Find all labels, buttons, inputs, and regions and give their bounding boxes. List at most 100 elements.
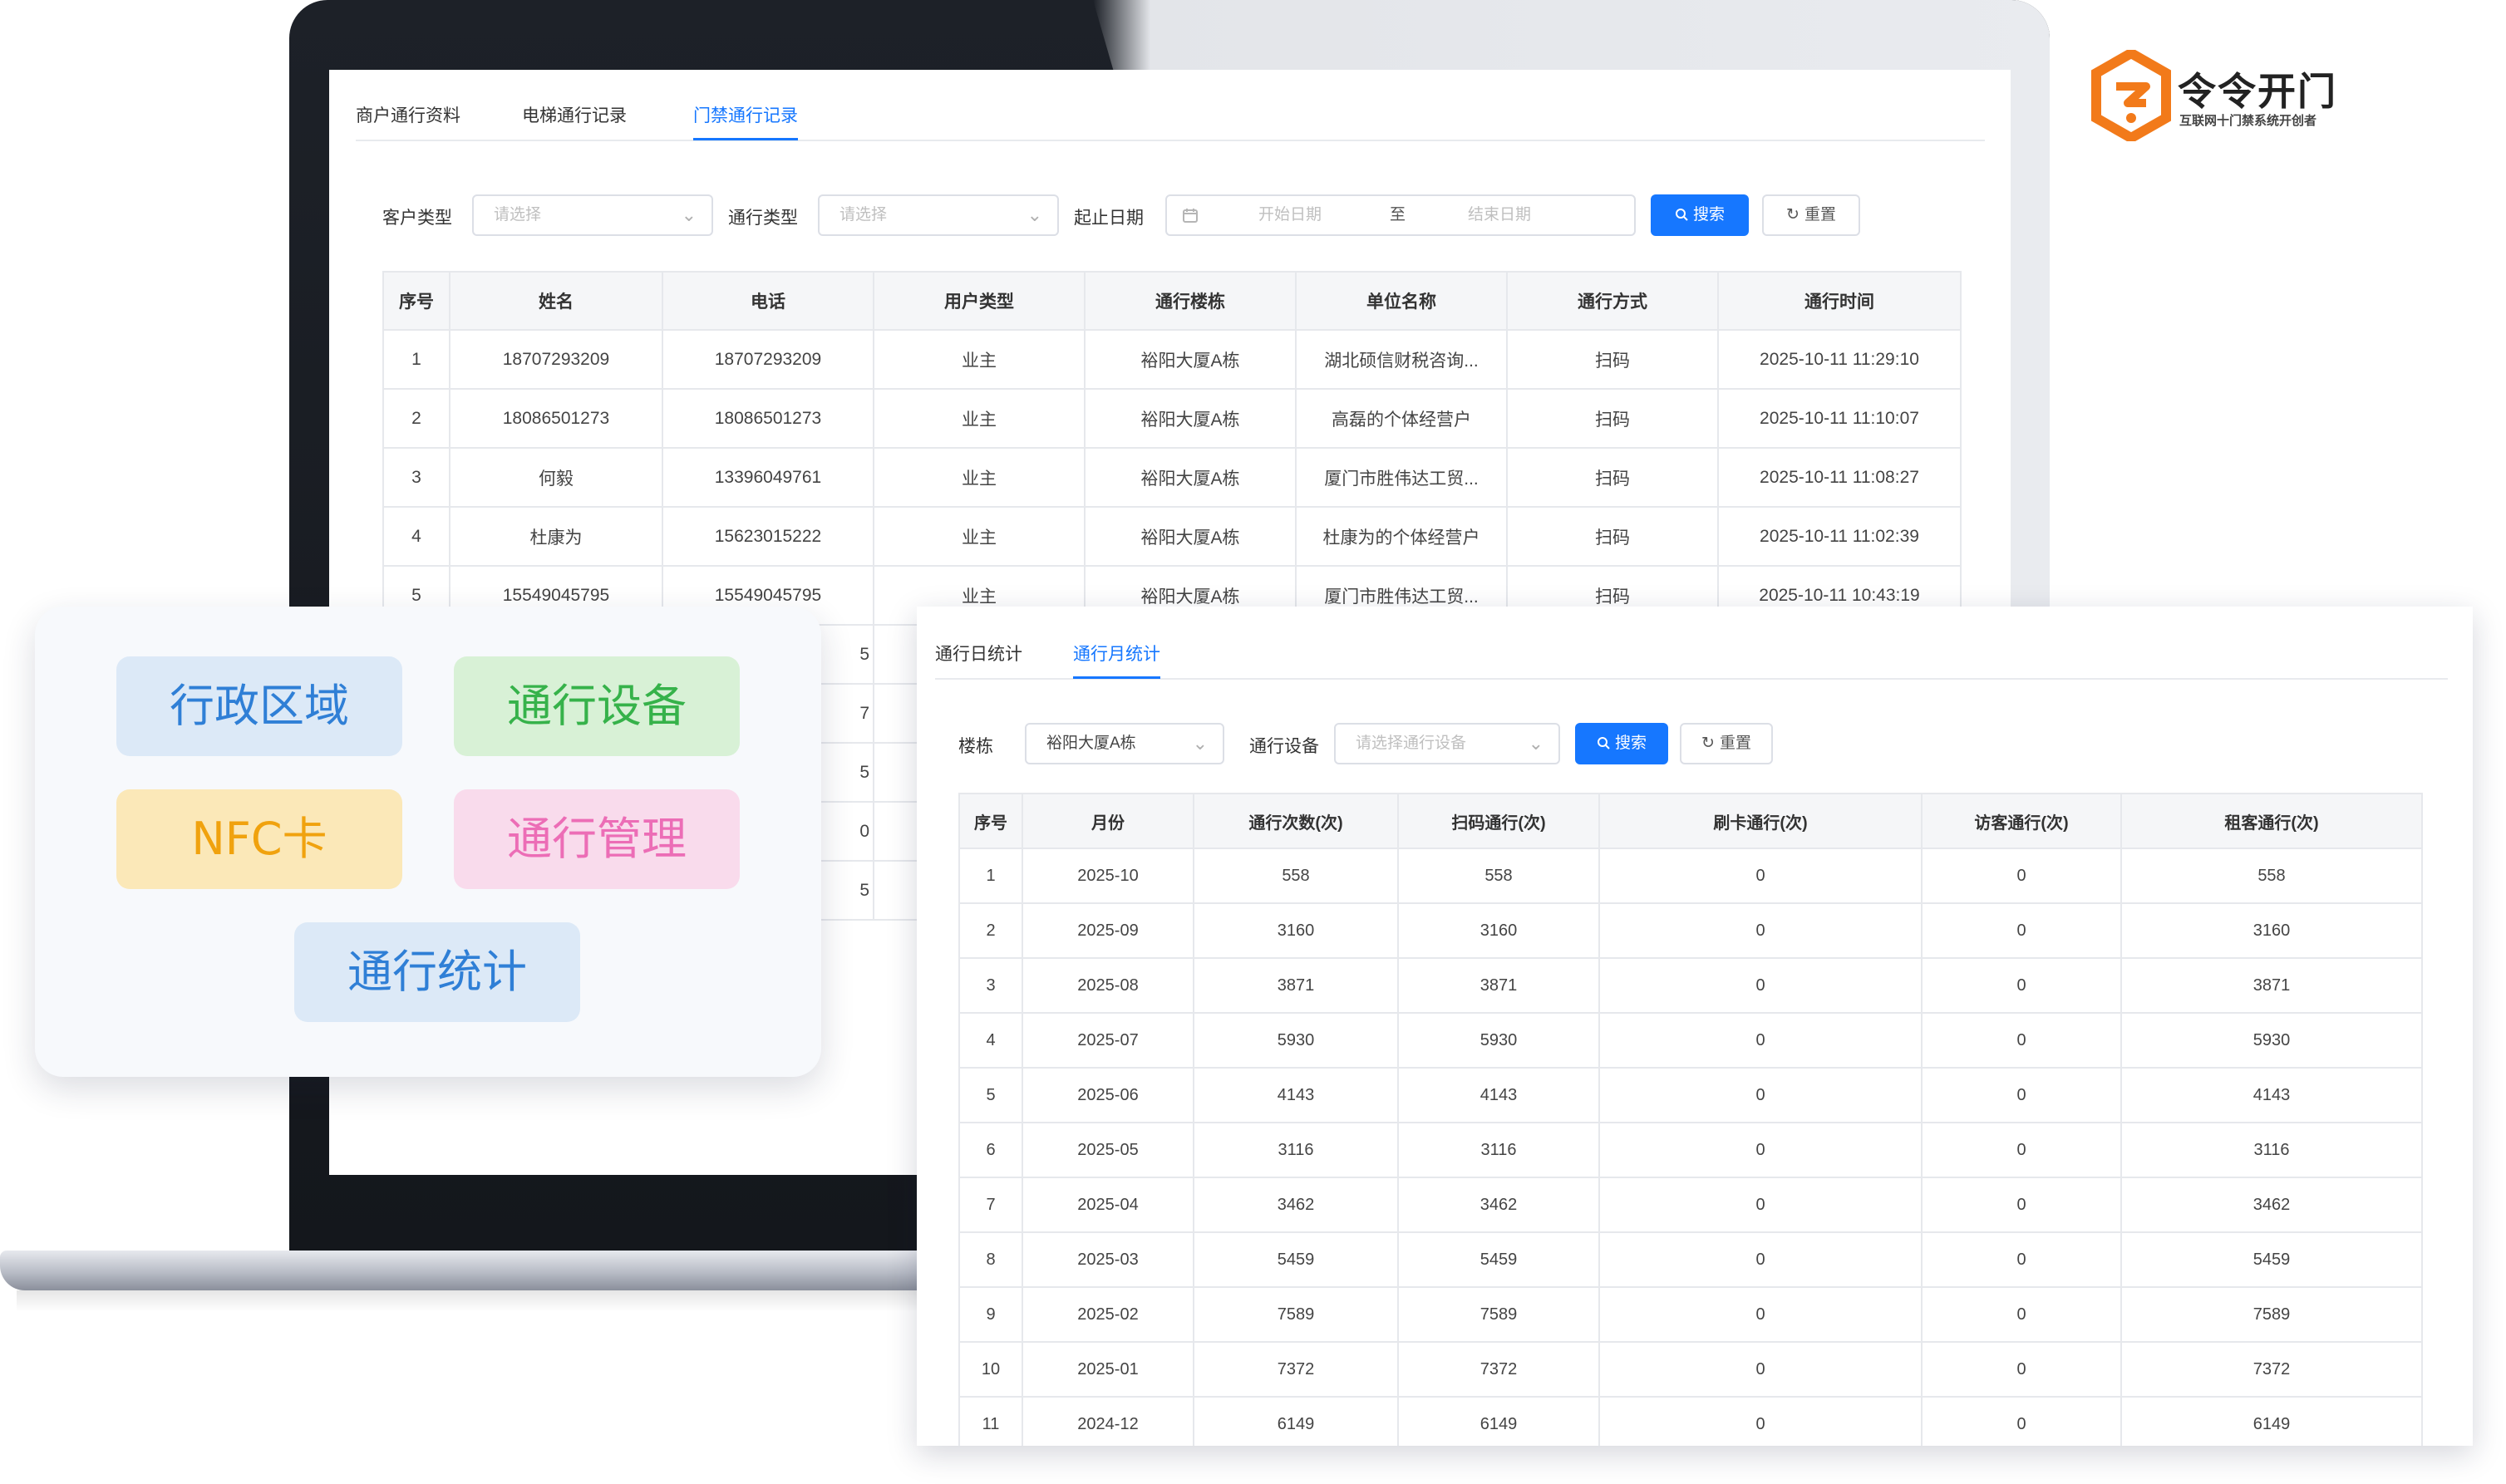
table-cell: 0 bbox=[1598, 1341, 1923, 1398]
brand-mark-icon bbox=[2091, 50, 2171, 141]
chip-pass-statistics[interactable]: 通行统计 bbox=[294, 922, 580, 1022]
column-header: 序号 bbox=[958, 793, 1023, 849]
table-cell: 2025-10-11 11:10:07 bbox=[1717, 388, 1962, 449]
table-row[interactable]: 4 2025-07 5930 5930 0 0 5930 bbox=[958, 1012, 2423, 1069]
table-row[interactable]: 8 2025-03 5459 5459 0 0 5459 bbox=[958, 1231, 2423, 1288]
column-header: 通行方式 bbox=[1506, 271, 1719, 331]
tab-door-records[interactable]: 门禁通行记录 bbox=[693, 101, 798, 140]
table-cell: 4143 bbox=[2120, 1067, 2423, 1123]
table-cell: 0 bbox=[1598, 902, 1923, 959]
table-row[interactable]: 11 2024-12 6149 6149 0 0 6149 bbox=[958, 1396, 2423, 1446]
table-cell: 6 bbox=[958, 1122, 1023, 1178]
search-button[interactable]: 搜索 bbox=[1651, 194, 1749, 236]
table-row[interactable]: 4 杜康为 15623015222 业主 裕阳大厦A栋 杜康为的个体经营户 扫码 2025-1… bbox=[382, 506, 1962, 567]
table-cell: 7589 bbox=[2120, 1286, 2423, 1343]
device-select[interactable]: 请选择通行设备 ⌄ bbox=[1334, 723, 1560, 764]
table-row[interactable]: 1 2025-10 558 558 0 0 558 bbox=[958, 848, 2423, 904]
start-date-placeholder: 开始日期 bbox=[1258, 206, 1322, 224]
brand-name: 令令开门 bbox=[2178, 69, 2337, 114]
table-cell: 7589 bbox=[1193, 1286, 1399, 1343]
table-cell: 558 bbox=[1193, 848, 1399, 904]
chip-nfc-card[interactable]: NFC卡 bbox=[116, 789, 402, 889]
table-cell: 湖北硕信财税咨询... bbox=[1295, 329, 1508, 390]
chip-label: 通行统计 bbox=[347, 946, 527, 998]
table-cell: 558 bbox=[2120, 848, 2423, 904]
table-cell: 6149 bbox=[2120, 1396, 2423, 1446]
table-cell: 7 bbox=[958, 1177, 1023, 1233]
table-cell: 3116 bbox=[2120, 1122, 2423, 1178]
table-cell: 0 bbox=[1598, 1231, 1923, 1288]
refresh-icon: ↻ bbox=[1701, 735, 1715, 752]
table-cell: 5930 bbox=[2120, 1012, 2423, 1069]
table-cell: 18707293209 bbox=[449, 329, 663, 390]
chip-pass-management[interactable]: 通行管理 bbox=[454, 789, 740, 889]
tab-monthly-stats[interactable]: 通行月统计 bbox=[1073, 640, 1160, 679]
table-cell: 2025-10-11 11:29:10 bbox=[1717, 329, 1962, 390]
table-cell: 0 bbox=[1921, 1231, 2122, 1288]
table-cell: 0 bbox=[1921, 902, 2122, 959]
table-cell: 3462 bbox=[2120, 1177, 2423, 1233]
pass-type-label: 通行类型 bbox=[728, 209, 798, 228]
table-cell: 2 bbox=[382, 388, 450, 449]
table-cell: 5459 bbox=[1397, 1231, 1600, 1288]
customer-type-select[interactable]: 请选择 ⌄ bbox=[472, 194, 713, 236]
table-cell: 2025-08 bbox=[1022, 957, 1194, 1014]
building-select[interactable]: 裕阳大厦A栋 ⌄ bbox=[1025, 723, 1224, 764]
search-button[interactable]: 搜索 bbox=[1575, 723, 1668, 764]
reset-button[interactable]: ↻ 重置 bbox=[1762, 194, 1860, 236]
monthly-stats-window: 通行日统计 通行月统计 楼栋 裕阳大厦A栋 ⌄ 通行设备 请选择通行设备 ⌄ 搜… bbox=[917, 607, 2473, 1446]
table-cell: 2025-02 bbox=[1022, 1286, 1194, 1343]
chip-label: 行政区域 bbox=[170, 680, 349, 732]
chip-label: 通行管理 bbox=[507, 813, 687, 865]
table-row[interactable]: 5 2025-06 4143 4143 0 0 4143 bbox=[958, 1067, 2423, 1123]
table-cell: 扫码 bbox=[1506, 506, 1719, 567]
column-header: 刷卡通行(次) bbox=[1598, 793, 1923, 849]
table-row[interactable]: 9 2025-02 7589 7589 0 0 7589 bbox=[958, 1286, 2423, 1343]
table-cell: 高磊的个体经营户 bbox=[1295, 388, 1508, 449]
table-row[interactable]: 2 2025-09 3160 3160 0 0 3160 bbox=[958, 902, 2423, 959]
tab-daily-stats[interactable]: 通行日统计 bbox=[935, 640, 1022, 676]
table-cell: 0 bbox=[1921, 848, 2122, 904]
table-cell: 3116 bbox=[1397, 1122, 1600, 1178]
column-header: 通行时间 bbox=[1717, 271, 1962, 331]
table-row[interactable]: 10 2025-01 7372 7372 0 0 7372 bbox=[958, 1341, 2423, 1398]
table-cell: 扫码 bbox=[1506, 329, 1719, 390]
chevron-down-icon: ⌄ bbox=[1192, 733, 1208, 754]
reset-button-label: 重置 bbox=[1719, 735, 1751, 752]
table-row[interactable]: 2 18086501273 18086501273 业主 裕阳大厦A栋 高磊的个体经营户扫… bbox=[382, 388, 1962, 449]
end-date-placeholder: 结束日期 bbox=[1468, 206, 1532, 224]
tab-elevator-records[interactable]: 电梯通行记录 bbox=[522, 101, 627, 138]
search-button-label: 搜索 bbox=[1692, 206, 1725, 224]
search-icon bbox=[1597, 737, 1610, 749]
table-cell: 2025-10 bbox=[1022, 848, 1194, 904]
table-cell: 0 bbox=[1921, 1396, 2122, 1446]
table-cell: 0 bbox=[1598, 1396, 1923, 1446]
table-cell: 2025-03 bbox=[1022, 1231, 1194, 1288]
reset-button[interactable]: ↻ 重置 bbox=[1680, 723, 1773, 764]
table-cell: 2025-07 bbox=[1022, 1012, 1194, 1069]
table-cell: 3871 bbox=[1193, 957, 1399, 1014]
table-cell: 扫码 bbox=[1506, 447, 1719, 508]
table-cell: 0 bbox=[1598, 1122, 1923, 1178]
table-cell: 裕阳大厦A栋 bbox=[1084, 447, 1297, 508]
column-header: 通行楼栋 bbox=[1084, 271, 1297, 331]
building-label: 楼栋 bbox=[958, 737, 993, 756]
table-row[interactable]: 6 2025-05 3116 3116 0 0 3116 bbox=[958, 1122, 2423, 1178]
search-icon bbox=[1675, 209, 1688, 221]
date-range-picker[interactable]: 开始日期 至 结束日期 bbox=[1165, 194, 1636, 236]
chip-pass-device[interactable]: 通行设备 bbox=[454, 656, 740, 756]
chip-admin-region[interactable]: 行政区域 bbox=[116, 656, 402, 756]
table-row[interactable]: 3 2025-08 3871 3871 0 0 3871 bbox=[958, 957, 2423, 1014]
tab-merchant-pass-info[interactable]: 商户通行资料 bbox=[356, 101, 460, 138]
customer-type-placeholder: 请选择 bbox=[494, 206, 542, 224]
table-row[interactable]: 7 2025-04 3462 3462 0 0 3462 bbox=[958, 1177, 2423, 1233]
column-header: 租客通行(次) bbox=[2120, 793, 2423, 849]
table-row[interactable]: 3 何毅 13396049761 业主 裕阳大厦A栋 厦门市胜伟达工贸... 扫码 2025-… bbox=[382, 447, 1962, 508]
column-header: 单位名称 bbox=[1295, 271, 1508, 331]
laptop-base bbox=[0, 1251, 948, 1290]
pass-type-select[interactable]: 请选择 ⌄ bbox=[818, 194, 1059, 236]
table-row[interactable]: 1 18707293209 18707293209 业主 裕阳大厦A栋 湖北硕信财税咨询.… bbox=[382, 329, 1962, 390]
table-cell: 2025-06 bbox=[1022, 1067, 1194, 1123]
table-cell: 何毅 bbox=[449, 447, 663, 508]
column-header: 姓名 bbox=[449, 271, 663, 331]
